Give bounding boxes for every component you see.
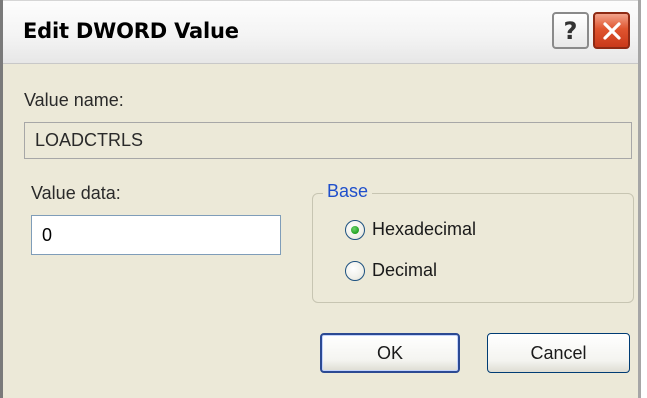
radio-hexadecimal[interactable]: Hexadecimal <box>345 219 476 240</box>
cancel-button[interactable]: Cancel <box>487 333 630 373</box>
help-question-icon: ? <box>563 16 578 45</box>
radio-hexadecimal-label: Hexadecimal <box>372 219 477 239</box>
radio-button-unchecked[interactable] <box>345 260 365 281</box>
radio-decimal-label: Decimal <box>372 260 438 280</box>
edit-dword-dialog: Edit DWORD Value ? Value name: LOADCTRLS… <box>0 0 641 398</box>
radio-button-checked[interactable] <box>345 219 365 240</box>
radio-selected-dot <box>351 225 359 234</box>
close-button[interactable] <box>593 12 630 49</box>
dialog-title: Edit DWORD Value <box>23 19 239 43</box>
value-name-field: LOADCTRLS <box>24 122 632 159</box>
base-groupbox <box>312 193 634 303</box>
title-bar[interactable]: Edit DWORD Value ? <box>3 0 638 64</box>
help-button[interactable]: ? <box>552 12 589 49</box>
ok-button[interactable]: OK <box>320 333 460 373</box>
value-name-label: Value name: <box>24 90 124 110</box>
value-data-input[interactable] <box>31 215 281 255</box>
base-legend: Base <box>323 181 373 202</box>
radio-decimal[interactable]: Decimal <box>345 260 437 281</box>
close-x-icon <box>602 21 621 40</box>
value-data-label: Value data: <box>31 183 121 203</box>
